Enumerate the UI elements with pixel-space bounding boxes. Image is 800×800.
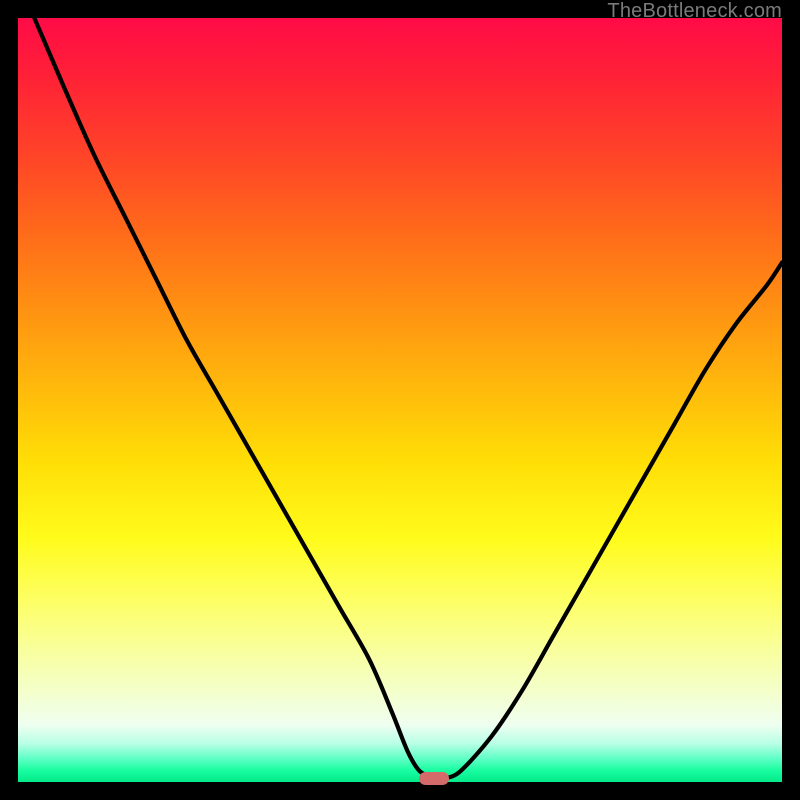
optimal-marker (419, 772, 449, 785)
bottleneck-curve (18, 18, 782, 782)
plot-area: TheBottleneck.com (18, 18, 782, 782)
chart-frame: TheBottleneck.com (0, 0, 800, 800)
